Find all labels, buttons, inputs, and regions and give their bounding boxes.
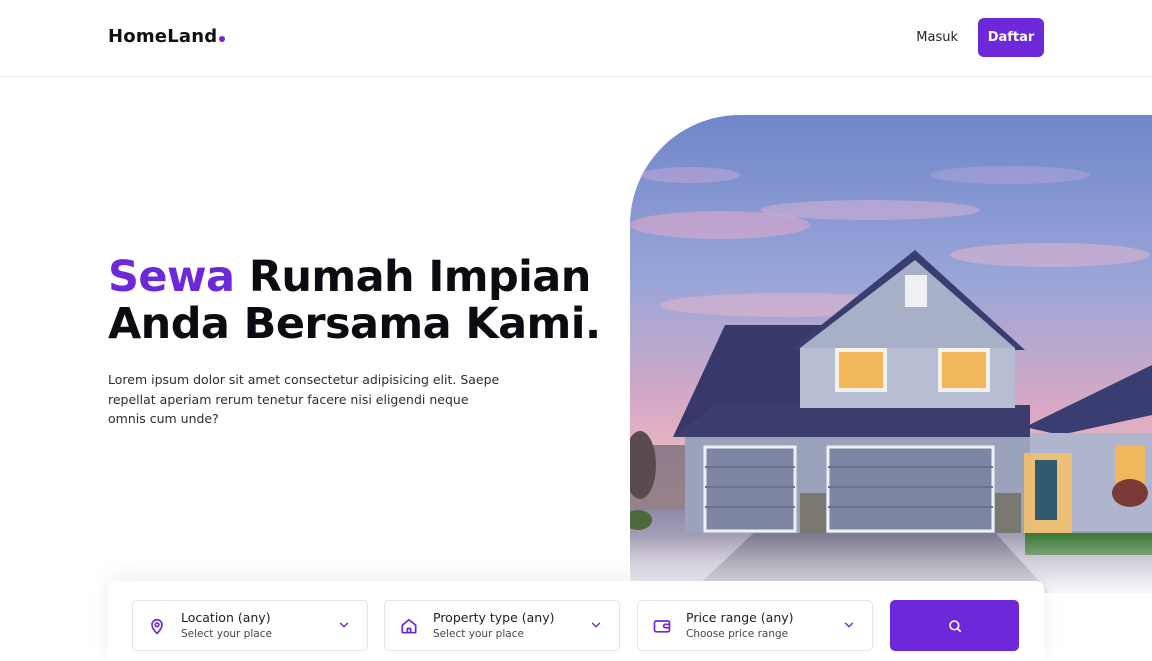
location-filter[interactable]: Location (any) Select your place (132, 600, 368, 651)
hero-title-accent: Sewa (108, 252, 235, 302)
hero-description: Lorem ipsum dolor sit amet consectetur a… (108, 372, 500, 426)
search-icon (948, 619, 961, 632)
hero-house-image (630, 115, 1152, 593)
search-bar: Location (any) Select your place Propert… (108, 581, 1044, 661)
wallet-icon (653, 620, 671, 633)
price-range-filter-subtitle: Choose price range (686, 628, 789, 640)
hero-title-line2: Anda Bersama Kami. (108, 299, 601, 349)
property-type-filter-subtitle: Select your place (433, 628, 524, 640)
location-filter-subtitle: Select your place (181, 628, 272, 640)
logo-text: HomeLand (108, 26, 218, 47)
chevron-down-icon (591, 622, 601, 628)
home-icon (401, 618, 417, 634)
search-button[interactable] (890, 600, 1019, 651)
property-type-filter[interactable]: Property type (any) Select your place (384, 600, 620, 651)
logo[interactable]: HomeLand (108, 26, 226, 47)
map-pin-icon (151, 618, 163, 635)
navbar: HomeLand Masuk Daftar (0, 0, 1152, 77)
chevron-down-icon (844, 622, 854, 628)
register-button[interactable]: Daftar (978, 18, 1044, 57)
chevron-down-icon (339, 622, 349, 628)
hero-title: Sewa Rumah Impian Anda Bersama Kami. (108, 254, 601, 348)
price-range-filter-title: Price range (any) (686, 610, 794, 625)
logo-dot (219, 36, 226, 42)
login-button[interactable]: Masuk (914, 30, 960, 45)
location-filter-title: Location (any) (181, 610, 271, 625)
hero-title-line1: Rumah Impian (234, 252, 592, 302)
nav-actions: Masuk Daftar (914, 18, 1044, 57)
price-range-filter[interactable]: Price range (any) Choose price range (637, 600, 873, 651)
property-type-filter-title: Property type (any) (433, 610, 555, 625)
